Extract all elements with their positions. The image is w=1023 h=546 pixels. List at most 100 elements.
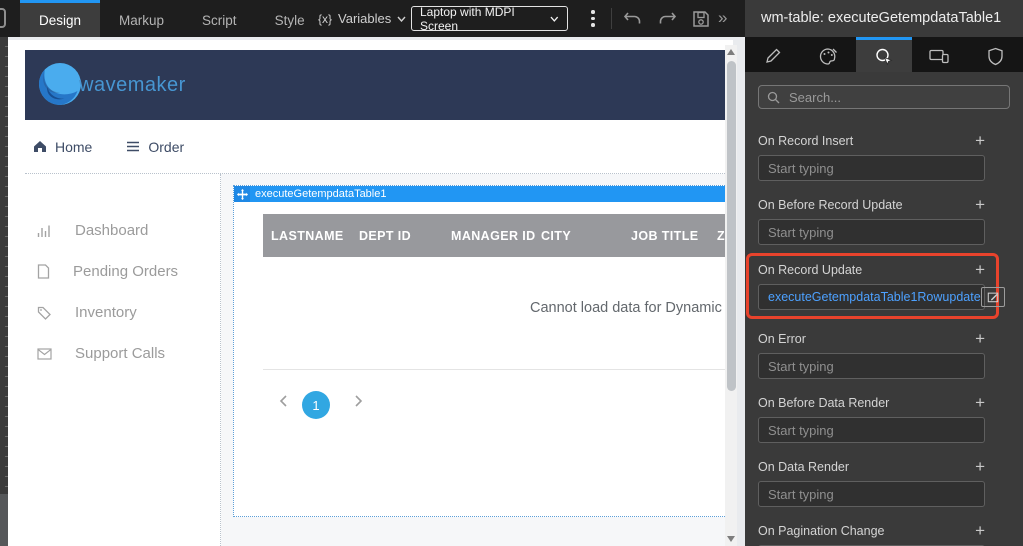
data-table-widget[interactable]: executeGetempdataTable1 LASTNAME DEPT ID… [233,185,733,517]
pencil-icon [764,47,782,65]
sidebar-item-pending-orders[interactable]: Pending Orders [37,263,178,280]
undo-button[interactable] [620,7,644,31]
tab-script[interactable]: Script [183,0,256,37]
event-label: On Before Record Update [758,198,903,212]
search-icon [767,91,780,104]
tab-style[interactable]: Style [256,0,324,37]
widget-selection-bar[interactable]: executeGetempdataTable1 [234,186,733,202]
event-on-record-insert: On Record Insert + [758,133,985,181]
edit-handler-button[interactable] [981,287,1005,307]
highlight-annotation: On Record Update + executeGetempdataTabl… [746,253,999,319]
event-on-error: On Error + [758,331,985,379]
variables-button[interactable]: {x} Variables [318,0,406,37]
panel-tab-events[interactable] [856,37,912,72]
expand-panel-button[interactable]: » [718,5,727,31]
scroll-down-icon[interactable] [727,536,735,542]
event-value-field[interactable]: executeGetempdataTable1Rowupdate [758,284,985,310]
scroll-up-icon[interactable] [727,49,735,55]
devices-icon [929,48,950,64]
nav-item-order[interactable]: Order [126,139,184,155]
app-header: wavemaker [25,50,733,120]
studio-mode-tabs: Design Markup Script Style [20,0,324,37]
add-event-button[interactable]: + [975,134,985,148]
home-icon [33,140,47,153]
search-input[interactable] [787,89,1001,106]
add-event-button[interactable]: + [975,198,985,212]
more-options-button[interactable] [586,7,600,30]
table-footer-divider [263,369,733,370]
device-selector[interactable]: Laptop with MDPI Screen [411,6,568,31]
event-on-data-render: On Data Render + [758,459,985,507]
tab-design[interactable]: Design [20,0,100,37]
add-event-button[interactable]: + [975,263,985,277]
panel-tab-styles[interactable] [801,37,857,72]
variables-label: Variables [338,11,391,26]
save-button[interactable] [689,7,713,31]
document-icon [37,264,50,279]
redo-button[interactable] [656,7,680,31]
table-header-row: LASTNAME DEPT ID MANAGER ID CITY JOB TIT… [263,214,733,257]
cursor-click-icon [874,47,894,66]
sidebar-item-inventory[interactable]: Inventory [37,304,137,321]
list-icon [126,141,140,152]
event-input[interactable] [758,219,985,245]
canvas-ruler [0,37,8,546]
event-input[interactable] [758,353,985,379]
bar-chart-icon [37,224,52,238]
sidebar-item-dashboard[interactable]: Dashboard [37,222,148,239]
canvas-scrollbar[interactable] [725,45,737,546]
panel-search[interactable] [758,85,1010,109]
event-label: On Record Insert [758,134,853,148]
add-event-button[interactable]: + [975,396,985,410]
studio-toolbar: Design Markup Script Style {x} Variables… [0,0,745,37]
column-header-lastname[interactable]: LASTNAME [271,214,344,257]
panel-tab-security[interactable] [967,37,1023,72]
double-chevron-icon: » [718,8,727,27]
sidebar-item-support-calls[interactable]: Support Calls [37,345,165,362]
column-header-dept-id[interactable]: DEPT ID [359,214,411,257]
sidebar-pending-orders-label: Pending Orders [73,263,178,280]
tag-icon [37,306,52,320]
toolbar-divider [611,8,612,29]
pagination-page-1[interactable]: 1 [302,391,330,419]
column-header-manager-id[interactable]: MANAGER ID [451,214,536,257]
nav-item-home[interactable]: Home [33,139,92,155]
pagination-next-icon[interactable] [352,395,364,407]
add-event-button[interactable]: + [975,332,985,346]
panel-tabs [745,37,1023,72]
event-input[interactable] [758,155,985,181]
shield-icon [987,47,1004,66]
tab-style-label: Style [275,13,305,28]
event-input[interactable] [758,417,985,443]
tab-markup[interactable]: Markup [100,0,183,37]
design-canvas: wavemaker Home Order Dashboard Pending O… [0,37,745,546]
event-input[interactable] [758,481,985,507]
canvas-ruler-bottom [0,494,8,546]
move-handle-icon[interactable] [234,186,250,202]
event-on-before-record-update: On Before Record Update + [758,197,985,245]
brand-name: wavemaker [79,74,186,97]
chevron-down-icon [550,16,559,22]
widget-name-label: executeGetempdataTable1 [255,188,386,200]
event-handler-link[interactable]: executeGetempdataTable1Rowupdate [768,290,981,304]
column-header-job-title[interactable]: JOB TITLE [631,214,699,257]
tab-script-label: Script [202,13,237,28]
panel-tab-devices[interactable] [912,37,968,72]
preview-page: wavemaker Home Order Dashboard Pending O… [8,40,733,546]
panel-tab-markup[interactable] [745,37,801,72]
event-on-before-data-render: On Before Data Render + [758,395,985,443]
event-label: On Data Render [758,460,849,474]
palette-icon [818,47,838,65]
add-event-button[interactable]: + [975,460,985,474]
add-event-button[interactable]: + [975,524,985,538]
tab-design-label: Design [39,13,81,28]
event-label: On Before Data Render [758,396,889,410]
save-icon [691,9,711,29]
pagination-prev-icon[interactable] [278,395,290,407]
scrollbar-thumb[interactable] [727,61,736,391]
table-empty-message: Cannot load data for Dynamic Data [530,300,733,316]
envelope-icon [37,348,52,360]
event-on-pagination-change: On Pagination Change + [758,523,985,546]
column-header-city[interactable]: CITY [541,214,571,257]
event-label: On Record Update [758,263,862,277]
